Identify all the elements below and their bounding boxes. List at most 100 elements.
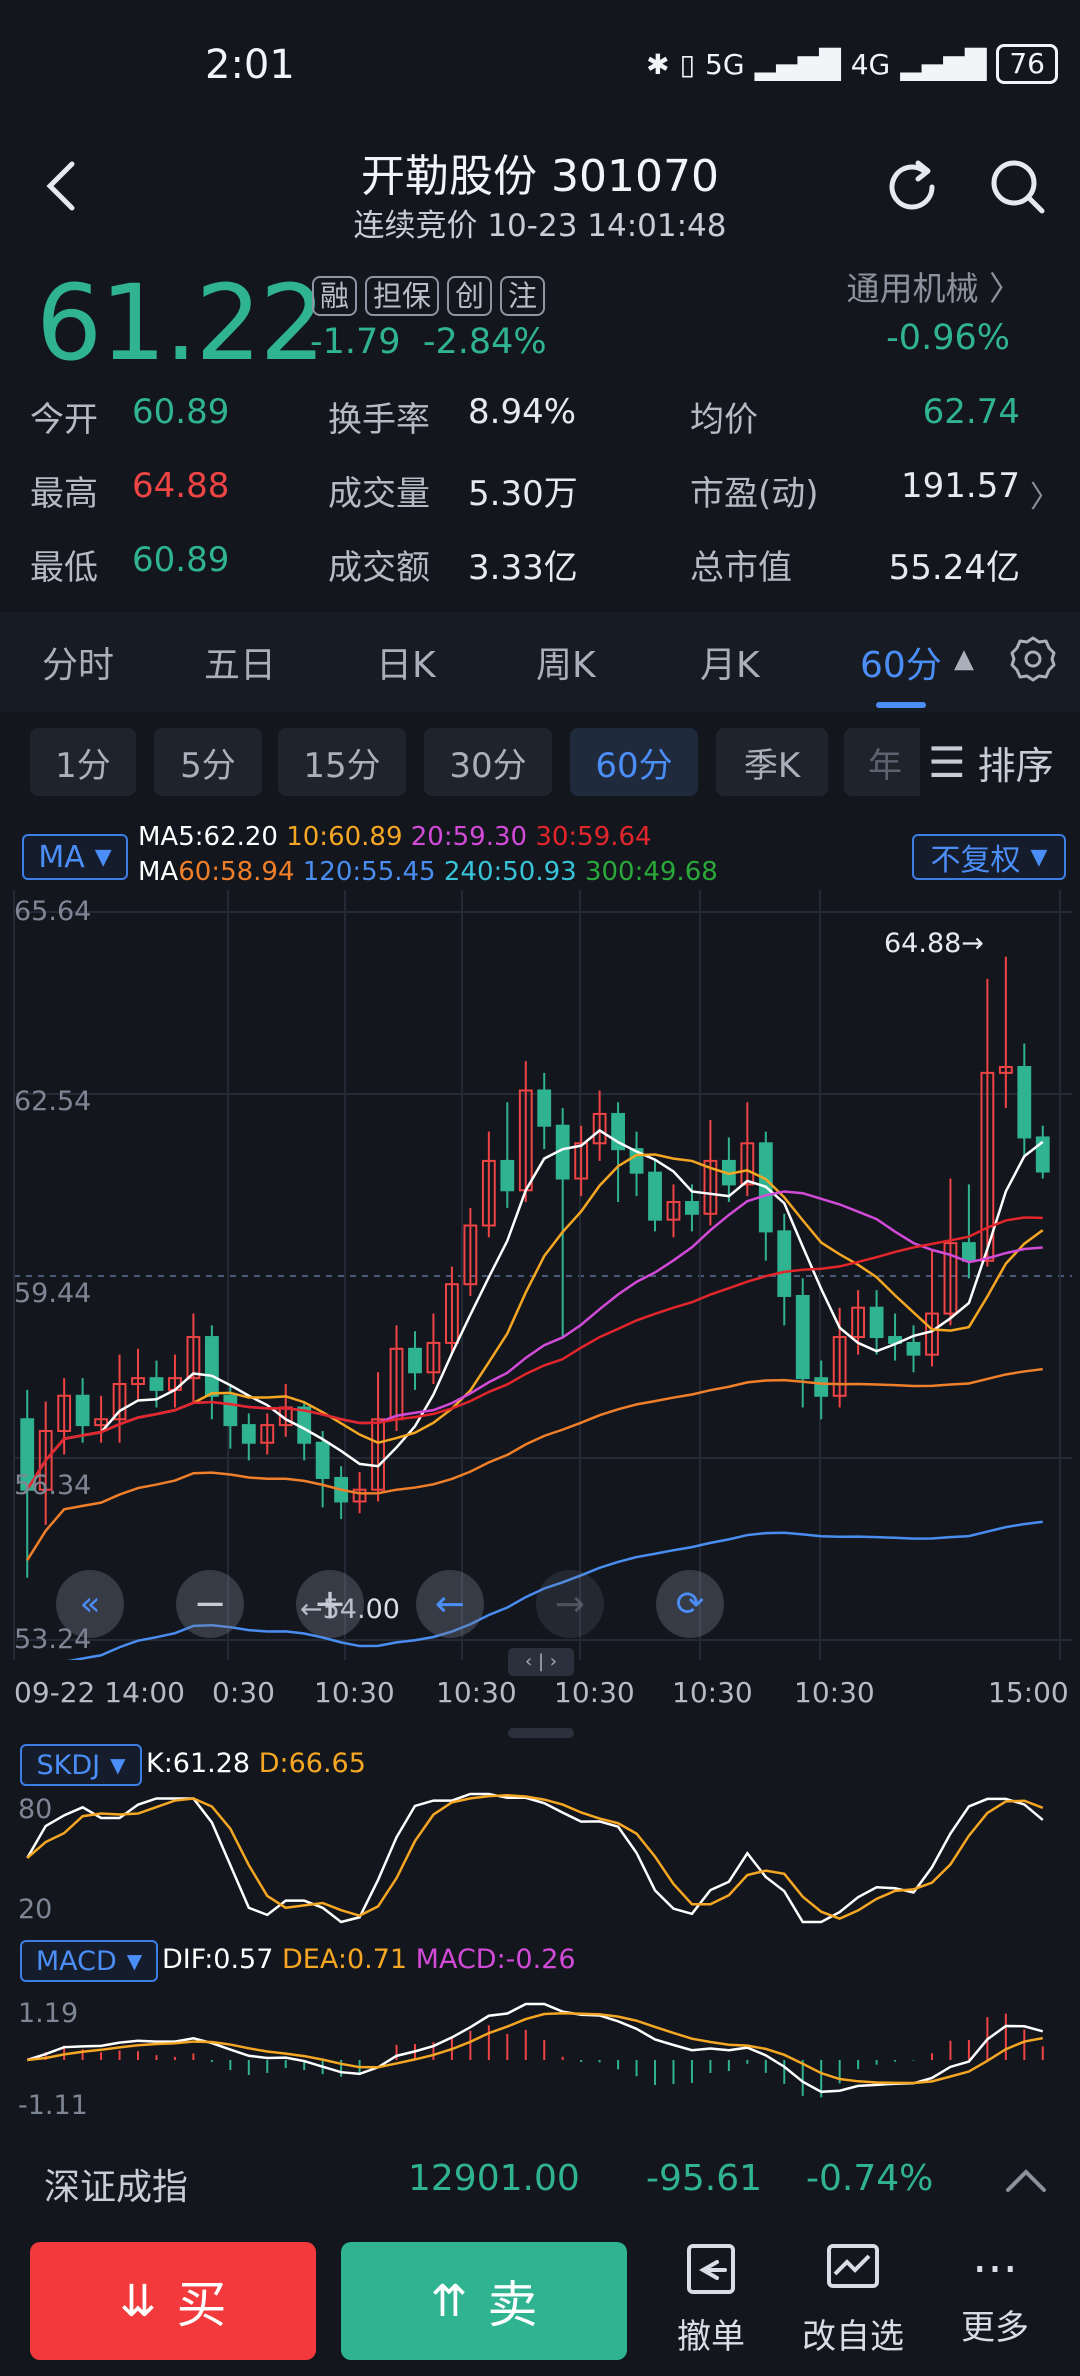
candle-body	[315, 1441, 330, 1479]
subtab-15min[interactable]: 15分	[278, 728, 406, 796]
tab-60min[interactable]: 60分	[860, 636, 942, 688]
adjust-selector[interactable]: 不复权 ▼	[912, 834, 1066, 880]
panel-resize-handle[interactable]	[508, 1728, 574, 1738]
index-change: -95.61	[646, 2158, 763, 2199]
stat-label-amount: 成交额	[328, 548, 430, 588]
ma60-label: 60:58.94	[178, 857, 295, 887]
refresh-icon[interactable]	[880, 155, 944, 219]
stat-value-pe: 191.57	[901, 466, 1020, 506]
scroll-right-button[interactable]: →	[536, 1570, 604, 1638]
ma300-label: 300:49.68	[584, 857, 718, 887]
index-name: 深证成指	[44, 2167, 189, 2208]
price-change: -1.79 -2.84%	[310, 322, 547, 362]
ma-values-row2: MA60:58.94 120:55.45 240:50.93 300:49.68	[138, 857, 718, 887]
rotate-icon: ⟳	[675, 1584, 705, 1624]
minus-icon: −	[193, 1581, 227, 1627]
macd-chart	[26, 2002, 1044, 2098]
sort-button[interactable]: ☰ 排序	[920, 728, 1054, 796]
chevron-up-icon[interactable]	[1004, 2166, 1048, 2194]
tab-five-day[interactable]: 五日	[204, 636, 276, 688]
stat-label-avg: 均价	[690, 400, 758, 440]
stat-value-open: 60.89	[132, 392, 230, 432]
ma240-label: 240:50.93	[443, 857, 577, 887]
x-label-7: 15:00	[988, 1676, 1069, 1709]
plus-icon: +	[313, 1581, 347, 1627]
drag-handle-icon[interactable]: ‹ | ›	[508, 1648, 574, 1676]
zoom-out-fast-button[interactable]: «	[56, 1570, 124, 1638]
kline-chart[interactable]	[0, 890, 1080, 1660]
search-icon[interactable]	[986, 155, 1050, 219]
skdj-selector[interactable]: SKDJ ▼	[20, 1744, 142, 1786]
status-icons: ✱ ▯ 5G ▂▄▆█ 4G ▂▄▆█ 76	[646, 44, 1058, 84]
pe-more-chevron-icon[interactable]: 〉	[1030, 472, 1060, 516]
subtab-60min[interactable]: 60分	[570, 728, 698, 796]
ma20-label: 20:59.30	[410, 822, 528, 852]
zoom-in-button[interactable]: +	[296, 1570, 364, 1638]
arrow-right-icon: →	[554, 1583, 586, 1625]
ma-selector[interactable]: MA ▼	[22, 834, 128, 880]
tab-monthly-k[interactable]: 月K	[700, 636, 760, 688]
menu-icon: ☰	[928, 737, 966, 787]
network-5g: 5G	[705, 47, 745, 81]
rotate-screen-button[interactable]: ⟳	[656, 1570, 724, 1638]
gear-icon[interactable]	[1008, 634, 1058, 684]
stat-label-high: 最高	[30, 474, 98, 514]
sector-link[interactable]: 通用机械 〉	[847, 262, 1023, 310]
ma120-label: 120:55.45	[302, 857, 436, 887]
tab-daily-k[interactable]: 日K	[376, 636, 436, 688]
scroll-left-button[interactable]: ←	[416, 1570, 484, 1638]
subtab-season-k[interactable]: 季K	[716, 728, 828, 796]
tab-weekly-k[interactable]: 周K	[536, 636, 596, 688]
macd-dea-line	[27, 2011, 1043, 2085]
x-label-0: 09-22 14:00	[14, 1676, 185, 1709]
candle-body	[297, 1406, 312, 1444]
stock-tags: 融 担保 创 注	[312, 276, 546, 316]
subtab-1min[interactable]: 1分	[30, 728, 136, 796]
stat-value-amount: 3.33亿	[468, 548, 578, 588]
triangle-up-icon: ▲	[954, 644, 974, 674]
arrow-left-icon: ←	[434, 1583, 466, 1625]
subtab-5min[interactable]: 5分	[154, 728, 262, 796]
x-label-2: 10:30	[314, 1676, 395, 1709]
cancel-order-button[interactable]: 撤单	[646, 2240, 776, 2358]
stat-value-mktcap: 55.24亿	[888, 548, 1020, 588]
tag-registration: 注	[500, 276, 546, 316]
edit-watchlist-button[interactable]: 改自选	[788, 2240, 918, 2358]
candle-body	[75, 1394, 90, 1427]
stat-label-pe: 市盈(动)	[690, 474, 819, 514]
tab-intraday[interactable]: 分时	[42, 636, 114, 688]
tag-margin: 融	[312, 276, 358, 316]
ma-values-row1: MA5:62.20 10:60.89 20:59.30 30:59.64	[138, 822, 652, 852]
zoom-out-button[interactable]: −	[176, 1570, 244, 1638]
skdj-d-line	[26, 1794, 1044, 1921]
y-label-top: 65.64	[14, 896, 92, 927]
macd-selector[interactable]: MACD ▼	[20, 1940, 158, 1982]
more-button[interactable]: ··· 更多	[930, 2240, 1060, 2349]
candle-body	[223, 1394, 238, 1427]
sell-button[interactable]: ⇈ 卖	[341, 2242, 627, 2360]
ma60-line	[26, 1367, 1043, 1561]
ma10-label: 10:60.89	[286, 822, 403, 852]
skdj-k-line	[26, 1792, 1044, 1924]
candle-body	[814, 1377, 829, 1397]
x-label-1: 0:30	[212, 1676, 275, 1709]
y-label-3: 59.44	[14, 1278, 92, 1309]
index-ticker[interactable]: 深证成指 12901.00 -95.61 -0.74%	[0, 2142, 1080, 2224]
subtab-30min[interactable]: 30分	[424, 728, 552, 796]
bluetooth-icon: ✱	[646, 47, 670, 81]
buy-button[interactable]: ⇊ 买	[30, 2242, 316, 2360]
vibrate-icon: ▯	[679, 47, 696, 81]
stat-label-mktcap: 总市值	[690, 548, 792, 588]
dropdown-icon-2: ▼	[1030, 844, 1048, 870]
stat-value-low: 60.89	[132, 540, 230, 580]
stat-label-turnover: 换手率	[328, 400, 430, 440]
candle-body	[1017, 1065, 1032, 1139]
candle-body	[408, 1347, 422, 1374]
skdj-chart	[26, 1792, 1044, 1924]
candle-body	[906, 1341, 921, 1356]
dropdown-icon-3: ▼	[110, 1753, 126, 1777]
dropdown-icon: ▼	[94, 844, 112, 870]
cancel-order-icon	[687, 2244, 735, 2294]
candle-body	[648, 1171, 662, 1221]
subtab-year[interactable]: 年	[844, 728, 928, 796]
